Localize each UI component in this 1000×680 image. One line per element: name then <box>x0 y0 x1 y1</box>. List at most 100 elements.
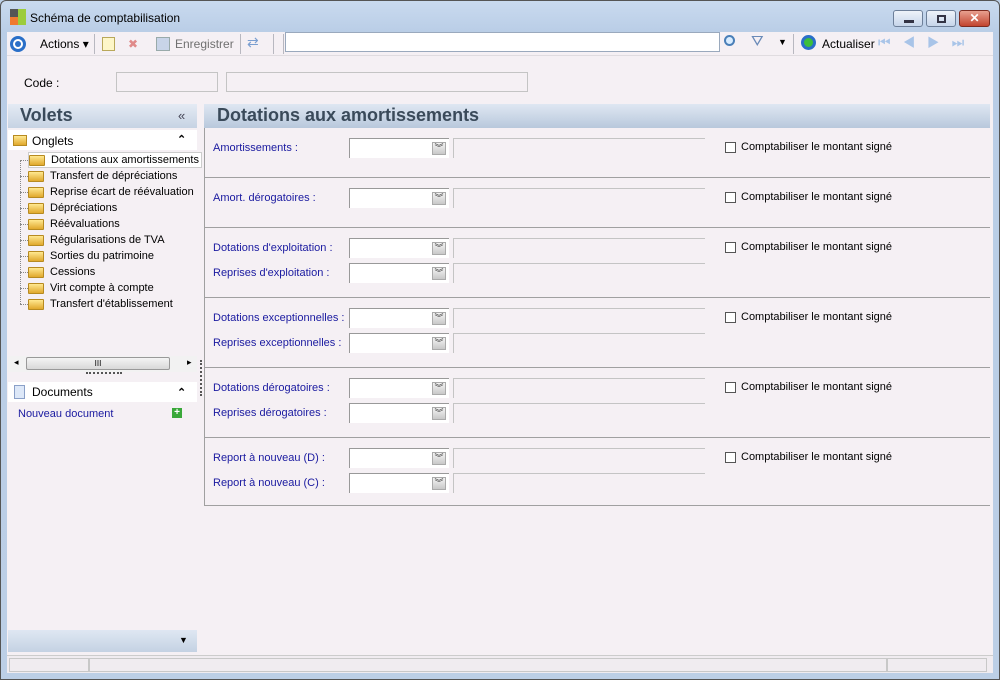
tree-item-label: Transfert d'établissement <box>50 298 173 310</box>
chevron-down-icon[interactable]: ︾ <box>432 142 446 155</box>
delete-icon[interactable]: ✖ <box>128 37 138 51</box>
tree-item[interactable]: Virt compte à compte <box>28 280 154 296</box>
chevron-down-icon[interactable]: ︾ <box>432 407 446 420</box>
scrollbar-thumb[interactable]: III <box>26 357 170 370</box>
tree-item-label: Dépréciations <box>50 202 118 214</box>
code-label: Code : <box>24 76 60 90</box>
documents-title: Documents <box>32 385 93 399</box>
account-description-field <box>453 473 705 493</box>
add-icon[interactable]: + <box>172 408 182 418</box>
tree-item[interactable]: Réévaluations <box>28 216 120 232</box>
chevron-down-icon[interactable]: ︾ <box>432 312 446 325</box>
signed-amount-label: Comptabiliser le montant signé <box>741 311 893 323</box>
field-label: Reprises exceptionnelles : <box>213 337 342 349</box>
account-combo[interactable]: ︾ <box>349 188 449 208</box>
minimize-button[interactable] <box>893 10 923 27</box>
tree-item[interactable]: Cessions <box>28 264 95 280</box>
field-label: Dotations d'exploitation : <box>213 242 333 254</box>
chevron-down-icon[interactable]: ︾ <box>432 452 446 465</box>
signed-amount-checkbox[interactable] <box>725 382 736 393</box>
signed-amount-checkbox[interactable] <box>725 452 736 463</box>
account-description-field <box>453 448 705 468</box>
collapse-documents-icon[interactable]: ⌃ <box>177 386 186 399</box>
tree-item[interactable]: Reprise écart de réévaluation <box>28 184 194 200</box>
signed-amount-checkbox[interactable] <box>725 192 736 203</box>
account-description-field <box>453 378 705 398</box>
close-button[interactable]: ✕ <box>959 10 990 27</box>
horizontal-scrollbar[interactable]: ◂ III ▸ <box>8 356 197 372</box>
form-title: Dotations aux amortissements <box>217 105 480 125</box>
code-description-input[interactable] <box>226 72 528 92</box>
next-icon[interactable]: ▶ <box>927 34 952 50</box>
field-label: Dotations dérogatoires : <box>213 382 330 394</box>
account-combo[interactable]: ︾ <box>349 403 449 423</box>
account-description-field <box>453 263 705 283</box>
tree-item[interactable]: Dépréciations <box>28 200 117 216</box>
last-icon[interactable]: ⏭ <box>952 34 977 50</box>
folder-icon <box>29 154 45 166</box>
chevron-down-icon[interactable]: ︾ <box>432 242 446 255</box>
sync-icon[interactable]: ⇄ <box>247 34 259 51</box>
splitter-handle[interactable] <box>86 372 122 374</box>
tree-item-label: Cessions <box>50 266 96 278</box>
collapse-onglets-icon[interactable]: ⌃ <box>177 133 186 146</box>
new-icon[interactable] <box>102 37 115 51</box>
vertical-splitter[interactable] <box>200 360 202 396</box>
tree-item[interactable]: Sorties du patrimoine <box>28 248 154 264</box>
signed-amount-checkbox[interactable] <box>725 142 736 153</box>
chevron-down-icon[interactable]: ︾ <box>432 192 446 205</box>
account-combo[interactable]: ︾ <box>349 448 449 468</box>
chevron-down-icon[interactable]: ︾ <box>432 267 446 280</box>
new-document-link[interactable]: Nouveau document <box>18 408 113 420</box>
code-input[interactable] <box>116 72 218 92</box>
maximize-button[interactable] <box>926 10 956 27</box>
filter-icon[interactable]: ⛛ <box>751 33 764 50</box>
account-combo[interactable]: ︾ <box>349 473 449 493</box>
folder-icon <box>28 250 44 262</box>
account-combo[interactable]: ︾ <box>349 263 449 283</box>
field-label: Amortissements : <box>213 142 298 154</box>
tree-item[interactable]: Transfert de dépréciations <box>28 168 177 184</box>
signed-amount-checkbox[interactable] <box>725 312 736 323</box>
prev-icon[interactable]: ◀ <box>903 34 928 50</box>
tree-item[interactable]: Dotations aux amortissements <box>28 152 202 168</box>
pane-menu-icon[interactable]: ▼ <box>179 635 188 645</box>
actions-label: Actions <box>40 37 80 51</box>
account-combo[interactable]: ︾ <box>349 378 449 398</box>
save-button[interactable]: Enregistrer <box>175 37 234 51</box>
field-label: Reprises d'exploitation : <box>213 267 330 279</box>
window-title: Schéma de comptabilisation <box>30 11 181 25</box>
account-combo[interactable]: ︾ <box>349 138 449 158</box>
first-icon[interactable]: ⏮ <box>878 34 903 50</box>
chevron-down-icon[interactable]: ︾ <box>432 382 446 395</box>
signed-amount-checkbox[interactable] <box>725 242 736 253</box>
account-combo[interactable]: ︾ <box>349 238 449 258</box>
collapse-pane-icon[interactable]: « <box>178 108 185 123</box>
save-icon[interactable] <box>156 37 170 51</box>
field-label: Amort. dérogatoires : <box>213 192 316 204</box>
account-description-field <box>453 188 705 208</box>
search-icon[interactable] <box>724 35 735 46</box>
tree-item-label: Sorties du patrimoine <box>50 250 154 262</box>
folder-icon <box>28 202 44 214</box>
nav-circle-icon[interactable] <box>10 36 26 52</box>
filter-dropdown-icon[interactable]: ▼ <box>778 37 787 47</box>
tree-item[interactable]: Régularisations de TVA <box>28 232 165 248</box>
app-icon <box>10 9 26 25</box>
chevron-down-icon[interactable]: ︾ <box>432 337 446 350</box>
account-combo[interactable]: ︾ <box>349 308 449 328</box>
actions-menu[interactable]: Actions ▾ <box>40 37 89 51</box>
refresh-button[interactable]: Actualiser <box>822 37 875 51</box>
record-navigation[interactable]: ⏮◀▶⏭ <box>878 34 976 51</box>
account-description-field <box>453 238 705 258</box>
signed-amount-label: Comptabiliser le montant signé <box>741 451 893 463</box>
account-combo[interactable]: ︾ <box>349 333 449 353</box>
tree-item-label: Dotations aux amortissements <box>51 154 199 166</box>
account-description-field <box>453 138 705 158</box>
refresh-icon[interactable] <box>801 35 816 50</box>
search-input[interactable] <box>285 32 720 52</box>
chevron-down-icon[interactable]: ︾ <box>432 477 446 490</box>
onglets-title: Onglets <box>32 134 74 148</box>
tree-item-label: Reprise écart de réévaluation <box>50 186 194 198</box>
tree-item[interactable]: Transfert d'établissement <box>28 296 173 312</box>
